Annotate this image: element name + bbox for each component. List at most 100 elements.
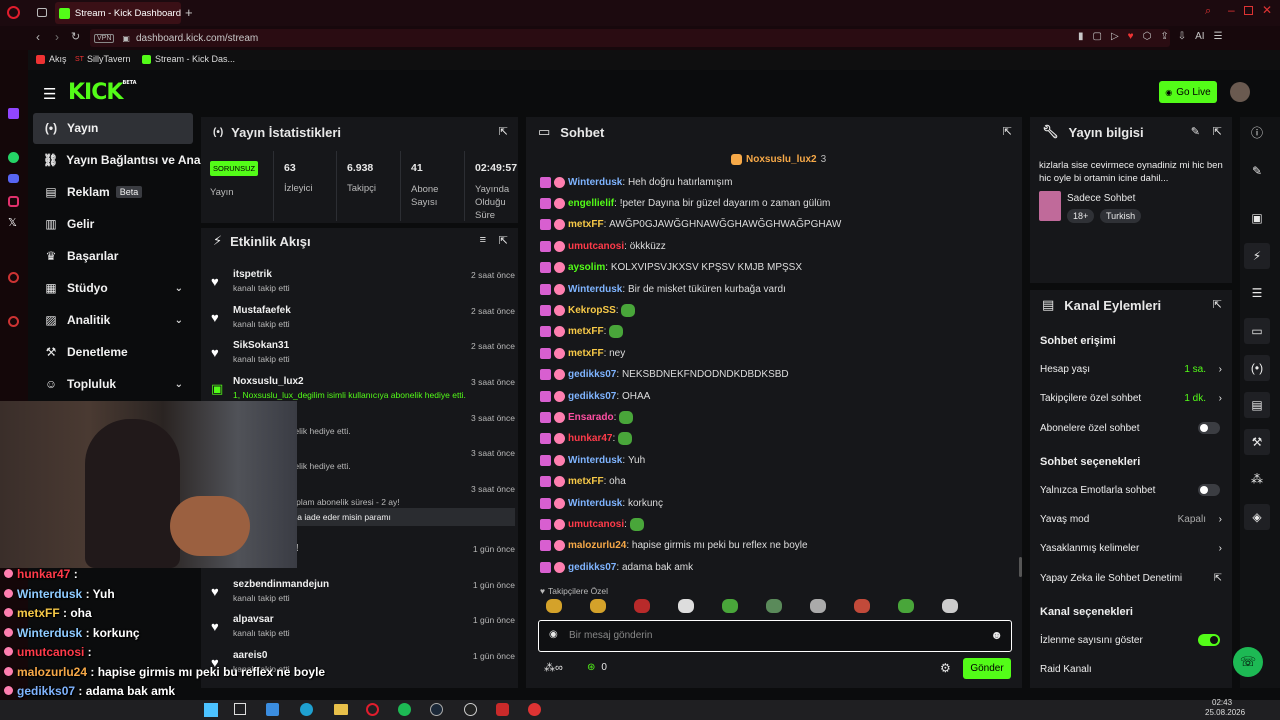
list-icon[interactable]: ☰: [1244, 280, 1270, 306]
settings-icon[interactable]: [8, 316, 19, 327]
player-icon[interactable]: ▷: [1111, 31, 1119, 42]
support-button[interactable]: ☏: [1233, 647, 1263, 677]
lightning-icon[interactable]: ⚡: [1244, 243, 1270, 269]
chat-username[interactable]: hunkar47: [568, 433, 612, 444]
broadcast-icon[interactable]: (•): [1244, 355, 1270, 381]
chat-username[interactable]: umutcanosi: [568, 241, 624, 252]
chat-settings-icon[interactable]: ⚙: [940, 661, 951, 675]
whatsapp-icon[interactable]: [8, 152, 19, 163]
sidebar-item-denetleme[interactable]: ⚒ Denetleme: [33, 337, 193, 367]
popout-icon[interactable]: ⇱: [499, 234, 508, 247]
sidebar-item-reklam[interactable]: ▤ Reklam Beta: [33, 177, 193, 207]
folder-icon[interactable]: [334, 704, 348, 715]
popout-icon[interactable]: ⇱: [1213, 298, 1222, 311]
ai-moderation-row[interactable]: Yapay Zeka ile Sohbet Denetimi ⇱: [1040, 567, 1222, 589]
chat-username[interactable]: Winterdusk: [568, 498, 622, 509]
app-icon[interactable]: [496, 703, 509, 716]
chat-username[interactable]: Ensarado: [568, 412, 614, 423]
close-window-icon[interactable]: ✕: [1262, 3, 1272, 17]
extensions-icon[interactable]: ⬡: [1143, 31, 1152, 42]
instagram-icon[interactable]: [8, 196, 19, 207]
chat-username[interactable]: KekropSS: [568, 305, 616, 316]
emoji-icon[interactable]: ☻: [990, 628, 1003, 642]
heart-icon[interactable]: ♥: [1128, 31, 1134, 42]
channel-actions-icon[interactable]: ▤: [1244, 392, 1270, 418]
edit-icon[interactable]: ✎: [1191, 125, 1200, 138]
chat-username[interactable]: Winterdusk: [568, 455, 622, 466]
send-button[interactable]: Gönder: [963, 658, 1011, 679]
share-icon[interactable]: ⇪: [1160, 31, 1168, 42]
chat-scrollbar[interactable]: [1019, 557, 1022, 577]
chat-username[interactable]: umutcanosi: [568, 519, 624, 530]
filter-icon[interactable]: ≡: [480, 234, 486, 246]
emote-icon[interactable]: [722, 599, 738, 613]
popout-icon[interactable]: ⇱: [1003, 125, 1012, 138]
popout-icon[interactable]: ⇱: [499, 125, 508, 138]
sidebar-item-basarilar[interactable]: ♛ Başarılar: [33, 241, 193, 271]
bookmark-icon[interactable]: ▮: [1078, 31, 1084, 42]
store-icon[interactable]: [266, 703, 279, 716]
popout-icon[interactable]: ⇱: [1213, 125, 1222, 138]
chat-username[interactable]: engellielif: [568, 198, 614, 209]
info-icon[interactable]: ⓘ: [1244, 119, 1270, 145]
followers-only-row[interactable]: Takipçilere özel sohbet 1 dk. ›: [1040, 387, 1222, 409]
vpn-badge[interactable]: VPN: [94, 33, 115, 43]
raid-channel-row[interactable]: Raid Kanalı: [1040, 658, 1222, 680]
spotify-icon[interactable]: [398, 703, 411, 716]
banned-words-row[interactable]: Yasaklanmış kelimeler ›: [1040, 537, 1222, 559]
x-icon[interactable]: 𝕏: [8, 216, 17, 229]
chat-username[interactable]: metxFF: [568, 348, 604, 359]
forward-icon[interactable]: ›: [55, 30, 59, 44]
clock-time[interactable]: 02:43: [1212, 698, 1232, 707]
infinite-icon[interactable]: ⁂∞: [544, 661, 563, 674]
channel-points[interactable]: ⊛ 0: [587, 662, 607, 673]
wrench-icon[interactable]: ⚒: [1244, 429, 1270, 455]
tabs-overview-icon[interactable]: [37, 8, 47, 17]
address-field[interactable]: VPN ▣ dashboard.kick.com/stream: [90, 29, 1170, 47]
emote-icon[interactable]: [634, 599, 650, 613]
search-tabs-icon[interactable]: ⌕: [1205, 5, 1211, 18]
emote-icon[interactable]: [546, 599, 562, 613]
emote-icon[interactable]: [854, 599, 870, 613]
chat-username[interactable]: gedikks07: [568, 562, 616, 573]
pinned-gifter[interactable]: Noxsuslu_lux2 3: [731, 154, 826, 165]
ai-icon[interactable]: AI: [1195, 31, 1204, 42]
chat-username[interactable]: malozurlu24: [568, 540, 626, 551]
clock-date[interactable]: 25.08.2026: [1205, 708, 1245, 717]
sidebar-item-stream-key[interactable]: ⛓Yayın Bağlantısı ve Anahtarı: [33, 145, 203, 175]
download-icon[interactable]: ⇩: [1178, 31, 1186, 42]
minimize-icon[interactable]: –: [1228, 3, 1235, 17]
kick-logo[interactable]: KICKBETA: [68, 80, 137, 105]
maximize-icon[interactable]: [1244, 6, 1253, 15]
opera-icon[interactable]: [366, 703, 379, 716]
sidebar-item-analitik[interactable]: ▨ Analitik ⌄: [33, 305, 193, 335]
chat-username[interactable]: gedikks07: [568, 369, 616, 380]
back-icon[interactable]: ‹: [36, 30, 40, 44]
sidebar-item-studyo[interactable]: ▦ Stüdyo ⌄: [33, 273, 193, 303]
chat-username[interactable]: Winterdusk: [568, 177, 622, 188]
slow-mode-row[interactable]: Yavaş mod Kapalı ›: [1040, 508, 1222, 530]
tab-stream[interactable]: Stream - Kick Dashboard: [55, 2, 181, 24]
go-live-button[interactable]: ◉ Go Live: [1159, 81, 1217, 103]
discord-icon[interactable]: [8, 174, 19, 183]
snapshot-icon[interactable]: ▢: [1093, 31, 1102, 42]
show-viewers-toggle[interactable]: [1198, 634, 1220, 646]
bookmark-kick-dashboard[interactable]: Stream - Kick Das...: [142, 54, 235, 64]
emote-icon[interactable]: [898, 599, 914, 613]
task-view-icon[interactable]: [234, 703, 246, 715]
menu-icon[interactable]: ☰: [1214, 31, 1223, 42]
bookmark-akis[interactable]: Akış: [36, 54, 67, 64]
sidebar-item-topluluk[interactable]: ☺ Topluluk ⌄: [33, 369, 193, 399]
chat-username[interactable]: gedikks07: [568, 391, 616, 402]
account-age-row[interactable]: Hesap yaşı 1 sa. ›: [1040, 358, 1222, 380]
emote-icon[interactable]: [766, 599, 782, 613]
subs-only-toggle[interactable]: [1198, 422, 1220, 434]
emote-icon[interactable]: [590, 599, 606, 613]
chat-username[interactable]: Winterdusk: [568, 284, 622, 295]
shield-icon[interactable]: ◈: [1244, 504, 1270, 530]
chat-username[interactable]: metxFF: [568, 326, 604, 337]
sidebar-item-yayin[interactable]: (•) Yayın: [33, 113, 193, 143]
pencil-icon[interactable]: ✎: [1244, 158, 1270, 184]
edge-icon[interactable]: [300, 703, 313, 716]
chat-username[interactable]: metxFF: [568, 476, 604, 487]
